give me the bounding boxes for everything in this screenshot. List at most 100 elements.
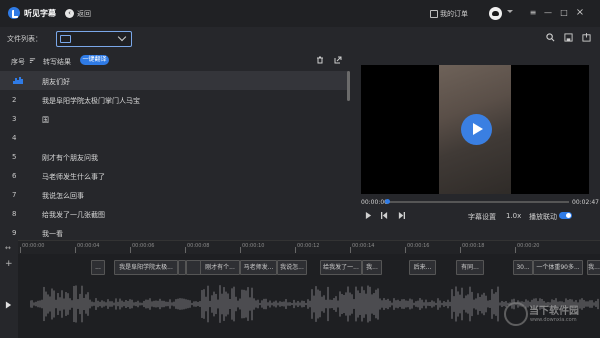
row-text[interactable]: 马老师发生什么事了 — [42, 172, 105, 182]
list-item[interactable]: 朋友们好 — [0, 71, 349, 90]
ruler-tick — [240, 247, 241, 253]
user-avatar[interactable] — [489, 7, 502, 20]
ruler-tick-label: 00:00:20 — [517, 243, 540, 249]
timeline-gutter — [0, 240, 19, 338]
minimize-button[interactable]: — — [543, 8, 553, 18]
ruler-tick-label: 00:00:00 — [22, 243, 45, 249]
trash-icon[interactable] — [316, 56, 324, 64]
subtitle-segment[interactable] — [186, 260, 201, 275]
sort-icon[interactable] — [29, 57, 36, 64]
ruler-tick-label: 00:00:12 — [297, 243, 320, 249]
watermark-url: www.downxia.com — [530, 317, 577, 323]
back-button[interactable]: 返回 — [77, 9, 91, 19]
video-player[interactable] — [361, 65, 589, 194]
ruler-tick — [460, 247, 461, 253]
ruler-tick — [350, 247, 351, 253]
list-item[interactable]: 4 — [0, 128, 349, 147]
progress-knob[interactable] — [385, 199, 390, 204]
folder-icon — [60, 35, 71, 43]
subtitle-segment[interactable]: 刚才有个... — [200, 260, 240, 275]
row-number: 2 — [12, 96, 17, 104]
subtitle-segment[interactable]: 给我发了一... — [320, 260, 362, 275]
ruler-tick — [295, 247, 296, 253]
subtitle-settings-button[interactable]: 字幕设置 — [468, 212, 496, 222]
progress-bar[interactable] — [387, 201, 569, 203]
row-number: 9 — [12, 229, 17, 237]
subtitle-segment[interactable]: 30... — [513, 260, 533, 275]
list-item[interactable]: 6 马老师发生什么事了 — [0, 166, 349, 185]
external-link-icon[interactable] — [334, 56, 342, 64]
playing-wave-icon — [13, 77, 23, 84]
column-result-header: 转写结果 — [43, 58, 71, 66]
expand-icon[interactable]: ↔ — [5, 244, 11, 252]
ruler-tick — [75, 247, 76, 253]
ruler-tick — [405, 247, 406, 253]
list-item[interactable]: 5 刚才有个朋友问我 — [0, 147, 349, 166]
play-icon[interactable] — [365, 212, 372, 219]
row-text[interactable]: 给我发了一几张截图 — [42, 210, 105, 220]
play-icon[interactable] — [5, 301, 12, 309]
previous-icon[interactable] — [381, 212, 388, 219]
list-item[interactable]: 7 我说怎么回事 — [0, 185, 349, 204]
subtitle-segment[interactable]: 马老师发... — [240, 260, 277, 275]
translate-button[interactable]: 一键翻译 — [80, 55, 109, 65]
search-icon[interactable] — [546, 33, 555, 42]
sync-label: 播放联动 — [529, 213, 557, 221]
chevron-down-icon[interactable] — [507, 10, 513, 13]
list-item[interactable]: 3国 — [0, 109, 349, 128]
ruler-tick — [20, 247, 21, 253]
list-item[interactable]: 8 给我发了一几张截图 — [0, 204, 349, 223]
ruler-tick-label: 00:00:04 — [77, 243, 100, 249]
row-number: 4 — [12, 134, 17, 142]
app-logo-icon — [8, 7, 20, 19]
next-icon[interactable] — [398, 212, 405, 219]
row-number: 6 — [12, 172, 17, 180]
row-text[interactable]: 我是阜阳学院太极门掌门人马宝 — [42, 96, 140, 106]
close-button[interactable]: × — [575, 8, 585, 18]
my-orders-button[interactable]: 我的订单 — [440, 9, 468, 19]
ruler-tick-label: 00:00:10 — [242, 243, 265, 249]
row-text[interactable]: 我说怎么回事 — [42, 191, 84, 201]
save-icon[interactable] — [564, 33, 573, 42]
row-text[interactable]: 刚才有个朋友问我 — [42, 153, 98, 163]
row-text[interactable]: 朋友们好 — [42, 77, 70, 87]
add-icon[interactable]: + — [5, 259, 13, 269]
subtitle-segment[interactable] — [178, 260, 186, 275]
subtitle-segment[interactable]: 我... — [362, 260, 382, 275]
ruler-tick — [515, 247, 516, 253]
ruler-tick — [185, 247, 186, 253]
speed-button[interactable]: 1.0x — [506, 212, 521, 220]
subtitle-segment[interactable]: 后来... — [409, 260, 436, 275]
row-number: 7 — [12, 191, 17, 199]
subtitle-segment[interactable]: 我说怎... — [277, 260, 307, 275]
row-number: 8 — [12, 210, 17, 218]
subtitle-segment[interactable]: 一个体重90多... — [533, 260, 583, 275]
total-time: 00:02:47 — [572, 199, 599, 206]
subtitle-segment[interactable]: 我是阜阳学院太极... — [114, 260, 178, 275]
ruler-tick-label: 00:00:16 — [407, 243, 430, 249]
current-time: 00:00:00 — [361, 199, 388, 206]
sync-toggle[interactable] — [559, 212, 572, 219]
column-index-header: 序号 — [11, 58, 25, 66]
subtitle-segment[interactable]: ... — [91, 260, 105, 275]
row-text[interactable]: 国 — [42, 115, 49, 125]
subtitle-segment[interactable]: 我... — [587, 260, 600, 275]
row-number: 3 — [12, 115, 17, 123]
list-item[interactable]: 2 我是阜阳学院太极门掌门人马宝 — [0, 90, 349, 109]
file-list-label: 文件列表： — [7, 35, 42, 43]
ruler-tick-label: 00:00:18 — [462, 243, 485, 249]
watermark-text: 当下软件园 — [529, 306, 579, 317]
back-icon[interactable]: ‹ — [65, 9, 74, 18]
export-icon[interactable] — [582, 33, 591, 42]
row-number: 5 — [12, 153, 17, 161]
ruler-tick-label: 00:00:06 — [132, 243, 155, 249]
play-icon[interactable] — [461, 114, 492, 145]
subtitle-segment[interactable]: 有同... — [456, 260, 484, 275]
orders-icon[interactable] — [430, 10, 438, 18]
row-text[interactable]: 我一看 — [42, 229, 63, 239]
list-scrollbar[interactable] — [347, 71, 350, 101]
maximize-button[interactable]: □ — [559, 8, 569, 18]
watermark: 当下软件园 www.downxia.com — [504, 300, 594, 328]
ruler-tick-label: 00:00:08 — [187, 243, 210, 249]
menu-icon[interactable]: ≡ — [528, 8, 538, 18]
